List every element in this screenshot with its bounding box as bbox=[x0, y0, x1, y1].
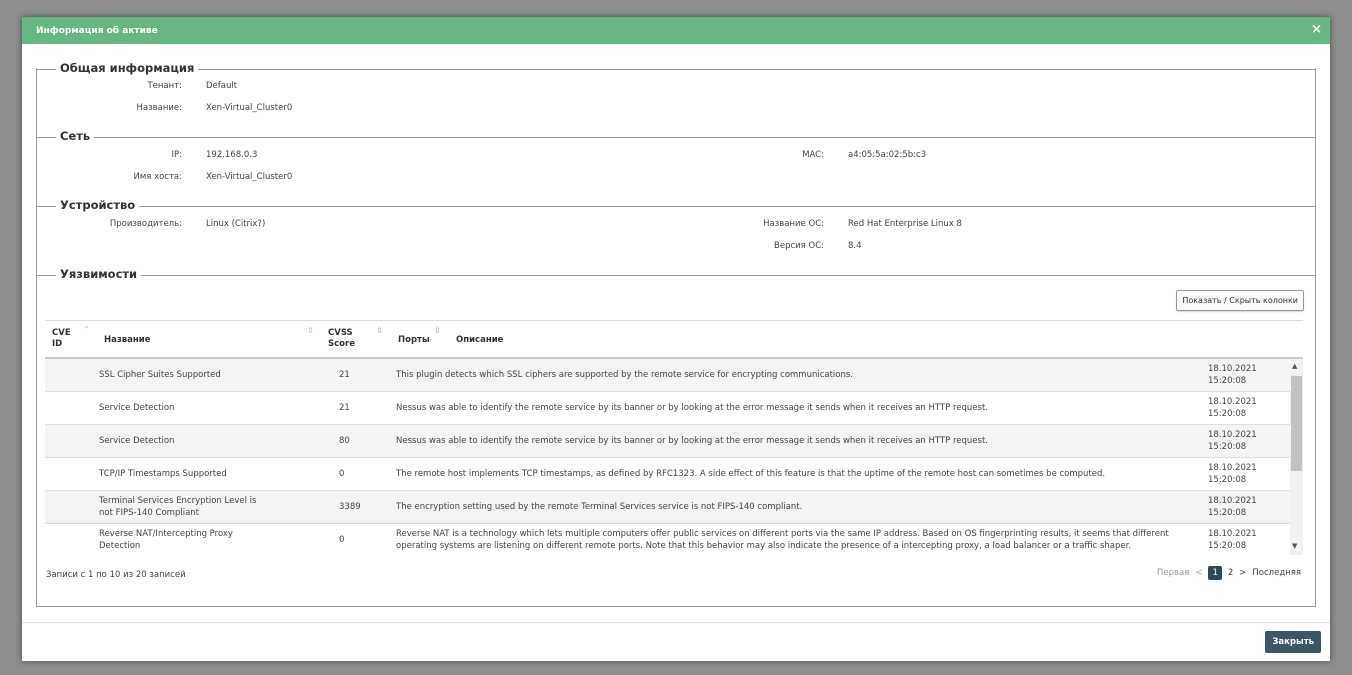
table-scrollbar[interactable]: ▲ ▼ bbox=[1290, 359, 1303, 555]
vuln-name: SSL Cipher Suites Supported bbox=[99, 370, 221, 380]
tenant-value: Default bbox=[206, 81, 238, 91]
page-next-link[interactable]: > bbox=[1239, 568, 1246, 578]
mac-value: a4:05:5a:02:5b:c3 bbox=[848, 150, 927, 160]
vuln-description: Nessus was able to identify the remote s… bbox=[396, 403, 988, 413]
vulns-table: CVE ID ⌃ Название ⇕ CVSS Score ⇕ Порты ⇕… bbox=[45, 320, 1303, 555]
vuln-name: Reverse NAT/Intercepting Proxy Detection bbox=[99, 529, 233, 551]
scrollbar-thumb[interactable] bbox=[1291, 376, 1302, 471]
table-row[interactable]: Terminal Services Encryption Level is not… bbox=[45, 491, 1290, 524]
vuln-port: 3389 bbox=[339, 502, 361, 512]
section-divider bbox=[36, 69, 1316, 70]
col-description[interactable]: Описание bbox=[456, 335, 503, 346]
toggle-columns-button[interactable]: Показать / Скрыть колонки bbox=[1176, 290, 1304, 311]
os-name-label: Название ОС: bbox=[763, 219, 824, 229]
table-header: CVE ID ⌃ Название ⇕ CVSS Score ⇕ Порты ⇕… bbox=[45, 320, 1303, 359]
section-title-vulns: Уязвимости bbox=[56, 267, 142, 281]
vuln-port: 0 bbox=[339, 469, 345, 479]
col-cvss-line1: CVSS bbox=[328, 328, 353, 338]
dialog-title: Информация об активе bbox=[36, 25, 158, 36]
name-value: Xen-Virtual_Cluster0 bbox=[206, 103, 293, 113]
vendor-value: Linux (Citrix?) bbox=[206, 219, 266, 229]
vuln-datetime: 18.10.2021 15:20:08 bbox=[1208, 397, 1257, 419]
vuln-description: The encryption setting used by the remot… bbox=[396, 502, 803, 512]
dialog-body: Общая информация Тенант: Default Названи… bbox=[22, 44, 1330, 622]
close-icon[interactable]: × bbox=[1311, 22, 1322, 38]
hostname-label: Имя хоста: bbox=[133, 172, 182, 182]
name-label: Название: bbox=[136, 103, 182, 113]
col-cve[interactable]: CVE ID bbox=[52, 328, 71, 350]
vuln-port: 21 bbox=[339, 403, 350, 413]
section-title-network: Сеть bbox=[56, 129, 95, 143]
vuln-datetime: 18.10.2021 15:20:08 bbox=[1208, 463, 1257, 485]
section-title-general: Общая информация bbox=[56, 61, 199, 75]
col-cvss-line2: Score bbox=[328, 339, 355, 349]
table-row[interactable]: Service Detection 21 Nessus was able to … bbox=[45, 392, 1290, 425]
close-button[interactable]: Закрыть bbox=[1265, 631, 1321, 653]
vuln-datetime: 18.10.2021 15:20:08 bbox=[1208, 496, 1257, 518]
ip-value: 192.168.0.3 bbox=[206, 150, 258, 160]
os-name-value: Red Hat Enterprise Linux 8 bbox=[848, 219, 962, 229]
footer-divider bbox=[22, 622, 1330, 623]
records-info: Записи с 1 по 10 из 20 записей bbox=[46, 570, 186, 580]
os-version-label: Версия ОС: bbox=[774, 241, 824, 251]
page-first-link[interactable]: Первая bbox=[1157, 568, 1189, 578]
table-row[interactable]: TCP/IP Timestamps Supported 0 The remote… bbox=[45, 458, 1290, 491]
vuln-name: TCP/IP Timestamps Supported bbox=[99, 469, 227, 479]
page-last-link[interactable]: Последняя bbox=[1252, 568, 1301, 578]
vuln-port: 21 bbox=[339, 370, 350, 380]
section-divider bbox=[36, 275, 1316, 276]
page-prev-link[interactable]: < bbox=[1195, 568, 1202, 578]
vuln-name: Service Detection bbox=[99, 403, 175, 413]
table-row[interactable]: SSL Cipher Suites Supported 21 This plug… bbox=[45, 359, 1290, 392]
pagination: Первая < 1 2 > Последняя bbox=[1157, 566, 1301, 580]
vuln-description: Reverse NAT is a technology which lets m… bbox=[396, 529, 1169, 551]
sort-asc-icon[interactable]: ⌃ bbox=[83, 325, 90, 334]
col-cvss[interactable]: CVSS Score bbox=[328, 328, 355, 350]
tenant-label: Тенант: bbox=[147, 81, 182, 91]
vuln-name: Terminal Services Encryption Level is not… bbox=[99, 496, 257, 518]
vuln-port: 80 bbox=[339, 436, 350, 446]
table-body: SSL Cipher Suites Supported 21 This plug… bbox=[45, 359, 1303, 555]
col-cve-line2: ID bbox=[52, 339, 63, 349]
section-divider bbox=[36, 206, 1316, 207]
table-row[interactable]: Service Detection 80 Nessus was able to … bbox=[45, 425, 1290, 458]
vendor-label: Производитель: bbox=[109, 219, 182, 229]
ip-label: IP: bbox=[171, 150, 183, 160]
vuln-datetime: 18.10.2021 15:20:08 bbox=[1208, 364, 1257, 386]
page-2-link[interactable]: 2 bbox=[1228, 568, 1233, 578]
sort-both-icon[interactable]: ⇕ bbox=[376, 326, 383, 335]
section-title-device: Устройство bbox=[56, 198, 140, 212]
vuln-datetime: 18.10.2021 15:20:08 bbox=[1208, 430, 1257, 452]
page-1-link[interactable]: 1 bbox=[1208, 566, 1222, 580]
vuln-description: The remote host implements TCP timestamp… bbox=[396, 469, 1106, 479]
dialog-header: Информация об активе × bbox=[22, 17, 1330, 44]
table-row[interactable]: Reverse NAT/Intercepting Proxy Detection … bbox=[45, 524, 1290, 555]
mac-label: MAC: bbox=[802, 150, 824, 160]
scroll-up-icon[interactable]: ▲ bbox=[1292, 362, 1297, 370]
sort-both-icon[interactable]: ⇕ bbox=[307, 326, 314, 335]
vuln-datetime: 18.10.2021 15:20:08 bbox=[1208, 529, 1257, 551]
section-divider bbox=[36, 137, 1316, 138]
sort-both-icon[interactable]: ⇕ bbox=[434, 326, 441, 335]
vuln-description: This plugin detects which SSL ciphers ar… bbox=[396, 370, 854, 380]
vuln-description: Nessus was able to identify the remote s… bbox=[396, 436, 988, 446]
os-version-value: 8.4 bbox=[848, 241, 862, 251]
col-cve-line1: CVE bbox=[52, 328, 71, 338]
col-name[interactable]: Название bbox=[104, 335, 151, 346]
asset-info-dialog: Информация об активе × Общая информация … bbox=[22, 17, 1330, 661]
vuln-port: 0 bbox=[339, 535, 345, 545]
hostname-value: Xen-Virtual_Cluster0 bbox=[206, 172, 293, 182]
col-ports[interactable]: Порты bbox=[398, 335, 430, 346]
vuln-name: Service Detection bbox=[99, 436, 175, 446]
scroll-down-icon[interactable]: ▼ bbox=[1292, 542, 1297, 550]
